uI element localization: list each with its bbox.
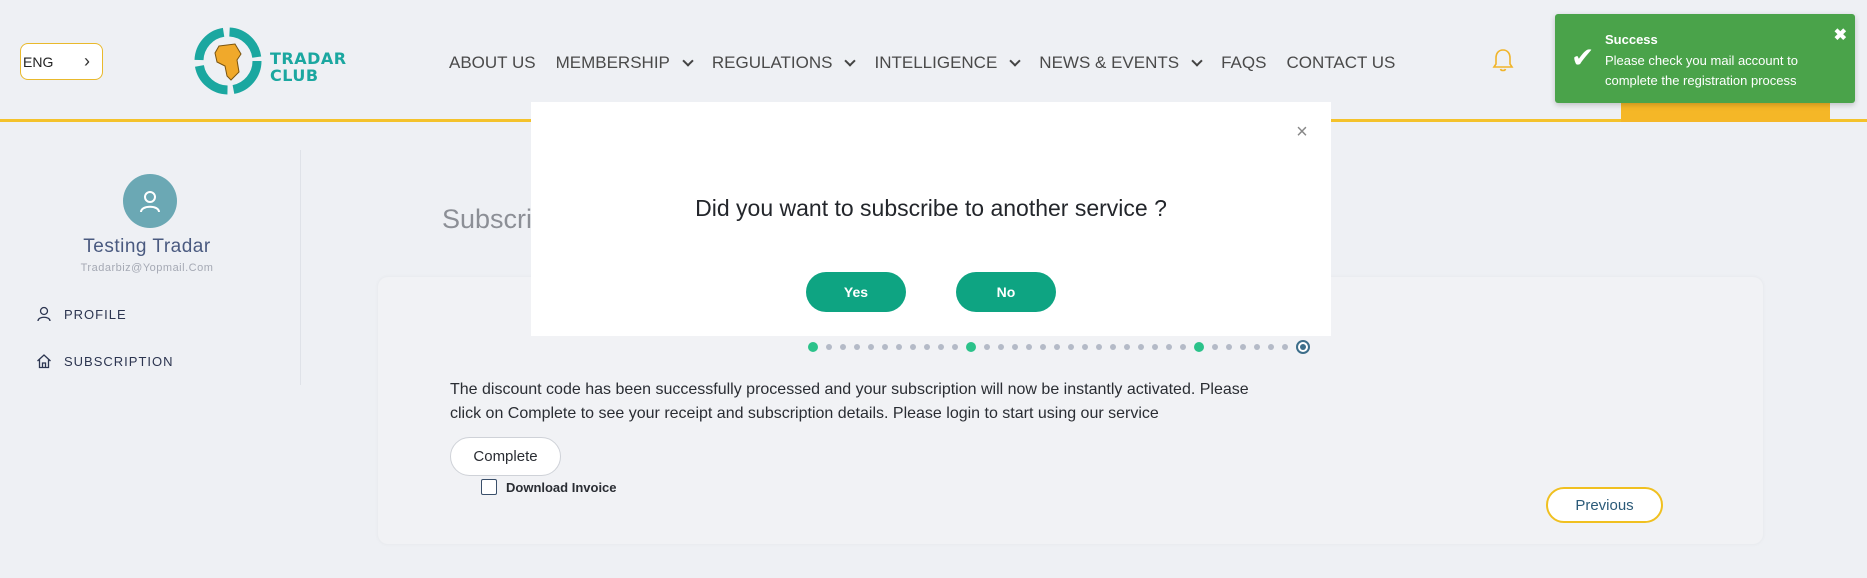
no-button[interactable]: No <box>956 272 1056 312</box>
nav-about-us[interactable]: ABOUT US <box>449 53 536 73</box>
step-dot <box>1068 344 1074 350</box>
language-selector[interactable]: ENG › <box>20 43 103 80</box>
download-invoice-option[interactable]: Download Invoice <box>481 479 617 495</box>
step-dot <box>1180 344 1186 350</box>
yes-button[interactable]: Yes <box>806 272 906 312</box>
step-dot <box>1124 344 1130 350</box>
step-dot <box>826 344 832 350</box>
success-toast: ✔ Success Please check you mail account … <box>1555 14 1855 103</box>
complete-button[interactable]: Complete <box>450 437 561 476</box>
nav-intelligence[interactable]: INTELLIGENCE <box>874 53 1021 73</box>
step-dot <box>1082 344 1088 350</box>
logo-text-line1: TRADAR <box>270 49 347 68</box>
nav-label: MEMBERSHIP <box>555 53 670 72</box>
download-invoice-checkbox[interactable] <box>481 479 497 495</box>
step-dot <box>1040 344 1046 350</box>
chevron-down-icon <box>1191 54 1203 67</box>
user-icon <box>37 306 51 322</box>
user-avatar-icon <box>140 191 160 213</box>
home-icon <box>37 354 51 369</box>
step-dot <box>910 344 916 350</box>
step-progress <box>808 340 1310 354</box>
toast-message: Please check you mail account to complet… <box>1605 53 1798 88</box>
user-name: Testing Tradar <box>83 236 211 257</box>
sidebar-item-label: PROFILE <box>64 306 127 322</box>
step-dot <box>984 344 990 350</box>
toast-title: Success <box>1605 32 1658 47</box>
step-dot <box>868 344 874 350</box>
nav-news-events[interactable]: NEWS & EVENTS <box>1039 53 1203 73</box>
step-dot <box>882 344 888 350</box>
language-label: ENG <box>23 53 54 70</box>
toast-close-icon[interactable]: ✖ <box>1834 28 1847 44</box>
step-dot <box>966 342 976 352</box>
step-dot <box>896 344 902 350</box>
step-dot <box>1110 344 1116 350</box>
step-dot <box>1296 340 1310 354</box>
chevron-down-icon <box>682 54 694 67</box>
nav-contact-us[interactable]: CONTACT US <box>1286 53 1395 73</box>
nav-label: INTELLIGENCE <box>874 53 998 72</box>
step-dot <box>998 344 1004 350</box>
nav-label: REGULATIONS <box>711 53 833 72</box>
check-icon: ✔ <box>1571 42 1595 73</box>
logo-text-line2: CLUB <box>270 66 319 85</box>
step-dot <box>1226 344 1232 350</box>
logo-text[interactable]: TRADAR CLUB <box>270 50 347 84</box>
avatar <box>123 174 177 228</box>
step-dot <box>1152 344 1158 350</box>
step-dot <box>1012 344 1018 350</box>
step-dot <box>854 344 860 350</box>
close-icon[interactable]: × <box>1293 122 1311 142</box>
chevron-down-icon <box>1009 54 1021 67</box>
step-dot <box>938 344 944 350</box>
step-dot <box>1166 344 1172 350</box>
step-dot <box>840 344 846 350</box>
user-email: Tradarbiz@Yopmail.Com <box>80 262 214 274</box>
step-dot <box>1138 344 1144 350</box>
nav-label: FAQS <box>1221 53 1267 72</box>
step-dot <box>1212 344 1218 350</box>
step-dot <box>924 344 930 350</box>
step-dot <box>1282 344 1288 350</box>
success-message: The discount code has been successfully … <box>450 381 1249 422</box>
previous-button[interactable]: Previous <box>1546 487 1663 523</box>
step-dot <box>808 342 818 352</box>
sidebar-item-label: SUBSCRIPTION <box>64 353 174 369</box>
step-dot <box>1054 344 1060 350</box>
chevron-down-icon <box>844 54 857 67</box>
chevron-right-icon: › <box>84 51 90 71</box>
bell-icon[interactable] <box>1491 47 1515 73</box>
nav-membership[interactable]: MEMBERSHIP <box>555 53 694 73</box>
step-dot <box>1240 344 1246 350</box>
sidebar-item-subscription[interactable]: SUBSCRIPTION <box>36 353 174 369</box>
step-dot <box>1096 344 1102 350</box>
nav-faqs[interactable]: FAQS <box>1221 53 1266 73</box>
step-dot <box>952 344 958 350</box>
step-dot <box>1268 344 1274 350</box>
nav-label: NEWS & EVENTS <box>1039 53 1180 72</box>
step-dot <box>1194 342 1204 352</box>
step-dot <box>1026 344 1032 350</box>
download-invoice-label: Download Invoice <box>506 479 617 495</box>
modal-question: Did you want to subscribe to another ser… <box>695 195 1167 221</box>
nav-label: ABOUT US <box>449 53 536 72</box>
tradar-logo-icon[interactable] <box>193 26 263 96</box>
sidebar: Testing Tradar Tradarbiz@Yopmail.Com PRO… <box>0 150 301 385</box>
main-nav: ABOUT US MEMBERSHIP REGULATIONS INTELLIG… <box>449 53 1415 73</box>
step-dot <box>1254 344 1260 350</box>
sidebar-item-profile[interactable]: PROFILE <box>36 306 127 322</box>
nav-regulations[interactable]: REGULATIONS <box>711 53 857 73</box>
nav-label: CONTACT US <box>1286 53 1396 72</box>
